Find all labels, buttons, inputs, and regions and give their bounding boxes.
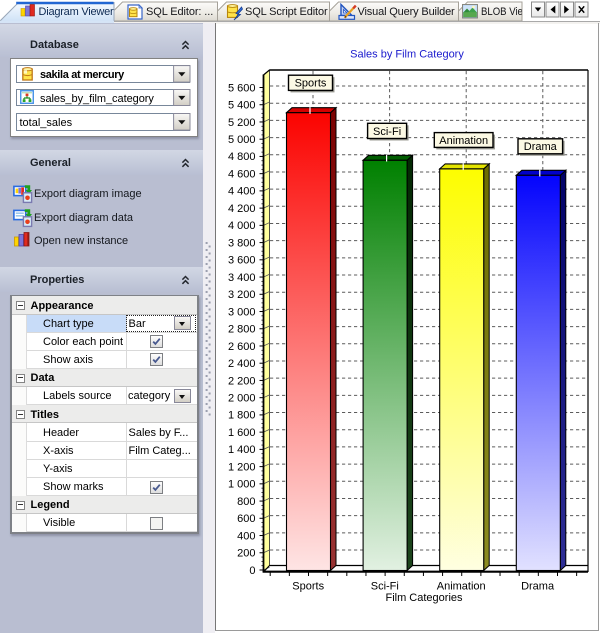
svg-text:0: 0 bbox=[249, 565, 255, 577]
svg-text:Drama: Drama bbox=[521, 581, 555, 593]
svg-text:4 200: 4 200 bbox=[228, 203, 256, 215]
svg-text:800: 800 bbox=[237, 496, 255, 508]
svg-text:1 600: 1 600 bbox=[228, 427, 256, 439]
svg-text:1 800: 1 800 bbox=[228, 410, 256, 422]
svg-text:4 600: 4 600 bbox=[228, 168, 256, 180]
svg-text:4 800: 4 800 bbox=[228, 151, 256, 163]
svg-text:Animation: Animation bbox=[437, 581, 486, 593]
svg-text:600: 600 bbox=[237, 513, 255, 525]
svg-text:200: 200 bbox=[237, 548, 255, 560]
svg-text:2 200: 2 200 bbox=[228, 375, 256, 387]
svg-text:5 600: 5 600 bbox=[228, 82, 256, 94]
svg-text:Sports: Sports bbox=[295, 78, 327, 90]
svg-text:Sales by Film Category: Sales by Film Category bbox=[350, 49, 464, 61]
svg-text:5 200: 5 200 bbox=[228, 117, 256, 129]
svg-text:3 200: 3 200 bbox=[228, 289, 256, 301]
svg-text:2 000: 2 000 bbox=[228, 392, 256, 404]
svg-text:2 600: 2 600 bbox=[228, 341, 256, 353]
svg-text:Sports: Sports bbox=[292, 581, 324, 593]
svg-text:2 800: 2 800 bbox=[228, 324, 256, 336]
svg-text:5 400: 5 400 bbox=[228, 100, 256, 112]
svg-text:4 000: 4 000 bbox=[228, 220, 256, 232]
svg-text:1 400: 1 400 bbox=[228, 444, 256, 456]
svg-text:Animation: Animation bbox=[439, 135, 488, 147]
svg-text:3 600: 3 600 bbox=[228, 255, 256, 267]
svg-text:4 400: 4 400 bbox=[228, 186, 256, 198]
svg-text:Film Categories: Film Categories bbox=[385, 592, 463, 604]
svg-text:3 400: 3 400 bbox=[228, 272, 256, 284]
svg-text:2 400: 2 400 bbox=[228, 358, 256, 370]
svg-text:400: 400 bbox=[237, 530, 255, 542]
svg-text:1 000: 1 000 bbox=[228, 479, 256, 491]
svg-text:1 200: 1 200 bbox=[228, 461, 256, 473]
svg-text:3 000: 3 000 bbox=[228, 306, 256, 318]
svg-text:Sci-Fi: Sci-Fi bbox=[373, 126, 401, 138]
svg-text:5 000: 5 000 bbox=[228, 134, 256, 146]
svg-text:Sci-Fi: Sci-Fi bbox=[371, 581, 399, 593]
svg-text:3 800: 3 800 bbox=[228, 237, 256, 249]
svg-text:Drama: Drama bbox=[524, 141, 558, 153]
